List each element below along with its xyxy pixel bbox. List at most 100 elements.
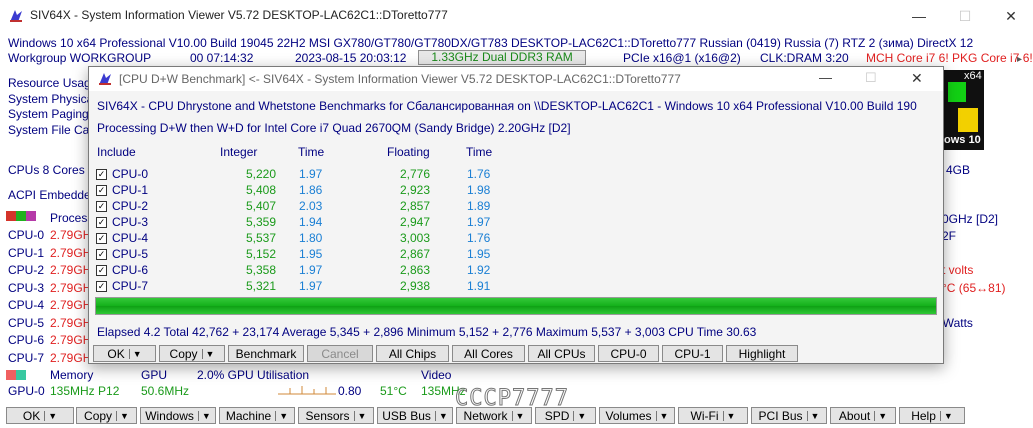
chevron-down-icon[interactable]: ▼ [722, 410, 735, 421]
dialog-title: [CPU D+W Benchmark] <- SIV64X - System I… [119, 72, 681, 86]
chevron-down-icon[interactable]: ▼ [201, 348, 214, 359]
chevron-down-icon[interactable]: ▼ [128, 348, 142, 359]
toolbar-help-button[interactable]: Help ▼ [899, 407, 965, 424]
floating-score: 2,776 [399, 167, 430, 181]
chevron-down-icon[interactable]: ▼ [511, 410, 524, 421]
floating-time: 1.95 [467, 247, 491, 261]
cpu-name: CPU-7 [8, 351, 45, 365]
dialog-maximize-button[interactable]: ☐ [865, 70, 877, 86]
toolbar-spd-button[interactable]: SPD ▼ [535, 407, 596, 424]
integer-score: 5,358 [245, 263, 276, 277]
dialog-ok-button[interactable]: OK ▼ [93, 345, 156, 362]
floating-score: 3,003 [399, 231, 430, 245]
ram-badge[interactable]: 1.33GHz Dual DDR3 RAM [418, 50, 586, 65]
chevron-down-icon[interactable]: ▼ [434, 410, 448, 421]
all-cores-button[interactable]: All Cores [452, 345, 525, 362]
floating-time: 1.92 [467, 263, 491, 277]
chevron-down-icon[interactable]: ▼ [573, 410, 586, 421]
chevron-down-icon[interactable]: ▼ [806, 410, 819, 421]
dialog-titlebar[interactable]: [CPU D+W Benchmark] <- SIV64X - System I… [89, 67, 943, 91]
toolbar-volumes-button[interactable]: Volumes ▼ [599, 407, 675, 424]
cpu-name: CPU-4 [8, 298, 45, 312]
cpu-freq: 2.79GH [50, 298, 92, 312]
progress-fill [96, 298, 936, 314]
toolbar-network-button[interactable]: Network ▼ [456, 407, 532, 424]
toolbar-help-label: Help [911, 408, 936, 423]
cpu-name: CPU-1 [8, 246, 45, 260]
integer-score: 5,359 [245, 215, 276, 229]
integer-time: 2.03 [299, 199, 323, 213]
chevron-down-icon[interactable]: ▼ [275, 410, 288, 421]
chevron-down-icon[interactable]: ▼ [939, 410, 953, 421]
integer-time: 1.80 [299, 231, 323, 245]
close-button[interactable]: ✕ [988, 0, 1033, 32]
main-titlebar[interactable]: SIV64X - System Information Viewer V5.72… [0, 0, 1033, 32]
toolbar-copy-button[interactable]: Copy ▼ [76, 407, 137, 424]
toolbar-ok-button[interactable]: OK ▼ [6, 407, 74, 424]
maximize-button[interactable]: ☐ [942, 0, 988, 32]
toolbar-pci-bus-label: PCI Bus [758, 408, 803, 423]
system-file-cache-label: System File Cac [8, 123, 96, 137]
column-include: Include [97, 145, 136, 159]
toolbar-machine-button[interactable]: Machine ▼ [219, 407, 295, 424]
legend-green-swatch [16, 211, 26, 221]
toolbar-volumes-label: Volumes [605, 408, 652, 423]
benchmark-button[interactable]: Benchmark [228, 345, 304, 362]
integer-score: 5,408 [245, 183, 276, 197]
chevron-down-icon[interactable]: ▼ [116, 410, 129, 421]
integer-score: 5,407 [245, 199, 276, 213]
toolbar-windows-button[interactable]: Windows ▼ [140, 407, 216, 424]
toolbar-machine-label: Machine [225, 408, 272, 423]
cpu-name: CPU-2 [8, 263, 45, 277]
toolbar-sensors-button[interactable]: Sensors ▼ [298, 407, 374, 424]
cpu0-button[interactable]: CPU-0 [598, 345, 659, 362]
include-checkbox[interactable]: ✓ [96, 169, 107, 180]
cpu1-button[interactable]: CPU-1 [662, 345, 723, 362]
column-floating: Floating [387, 145, 430, 159]
toolbar-usb-bus-label: USB Bus [382, 408, 431, 423]
toolbar-usb-bus-button[interactable]: USB Bus ▼ [377, 407, 453, 424]
integer-time: 1.86 [299, 183, 323, 197]
include-checkbox[interactable]: ✓ [96, 217, 107, 228]
dialog-copy-button[interactable]: Copy ▼ [159, 345, 225, 362]
cpu-freq: 2.79GH [50, 246, 92, 260]
chevron-down-icon[interactable]: ▼ [197, 410, 211, 421]
acpi-label: ACPI Embedde [8, 188, 91, 202]
highlight-button[interactable]: Highlight [726, 345, 798, 362]
dialog-body: SIV64X - CPU Dhrystone and Whetstone Ben… [89, 91, 943, 363]
chevron-down-icon[interactable]: ▼ [874, 410, 887, 421]
chevron-down-icon[interactable]: ▼ [353, 410, 366, 421]
row-cpu-label: CPU-4 [112, 231, 149, 245]
toolbar-about-button[interactable]: About ▼ [830, 407, 896, 424]
cancel-button[interactable]: Cancel [307, 345, 373, 362]
toolbar-wifi-button[interactable]: Wi-Fi ▼ [678, 407, 748, 424]
toolbar-ok-label: OK [22, 408, 41, 423]
siv-logo-icon [10, 10, 22, 22]
toolbar-pci-bus-button[interactable]: PCI Bus ▼ [751, 407, 827, 424]
all-cpus-button[interactable]: All CPUs [528, 345, 595, 362]
floating-time: 1.76 [467, 231, 491, 245]
mch-label: MCH Core i7 6! PKG Core i7 6! [866, 51, 1033, 65]
toolbar-copy-label: Copy [84, 408, 113, 423]
toolbar-about-label: About [838, 408, 871, 423]
include-checkbox[interactable]: ✓ [96, 185, 107, 196]
legend-purple-swatch [26, 211, 36, 221]
chevron-down-icon[interactable]: ▼ [44, 410, 57, 421]
minimize-button[interactable]: — [896, 0, 942, 32]
row-cpu-label: CPU-0 [112, 167, 149, 181]
dialog-minimize-button[interactable]: — [819, 70, 832, 85]
all-chips-button[interactable]: All Chips [376, 345, 449, 362]
scroll-right-icon[interactable]: ▸ [1017, 54, 1029, 68]
clk-label: CLK:DRAM 3:20 [760, 51, 849, 65]
include-checkbox[interactable]: ✓ [96, 201, 107, 212]
include-checkbox[interactable]: ✓ [96, 249, 107, 260]
integer-score: 5,321 [245, 279, 276, 293]
row-cpu-label: CPU-3 [112, 215, 149, 229]
cpu-freq: 2.79GH [50, 263, 92, 277]
floating-score: 2,923 [399, 183, 430, 197]
chevron-down-icon[interactable]: ▼ [655, 410, 668, 421]
dialog-close-button[interactable]: ✕ [911, 70, 923, 87]
include-checkbox[interactable]: ✓ [96, 281, 107, 292]
include-checkbox[interactable]: ✓ [96, 265, 107, 276]
include-checkbox[interactable]: ✓ [96, 233, 107, 244]
